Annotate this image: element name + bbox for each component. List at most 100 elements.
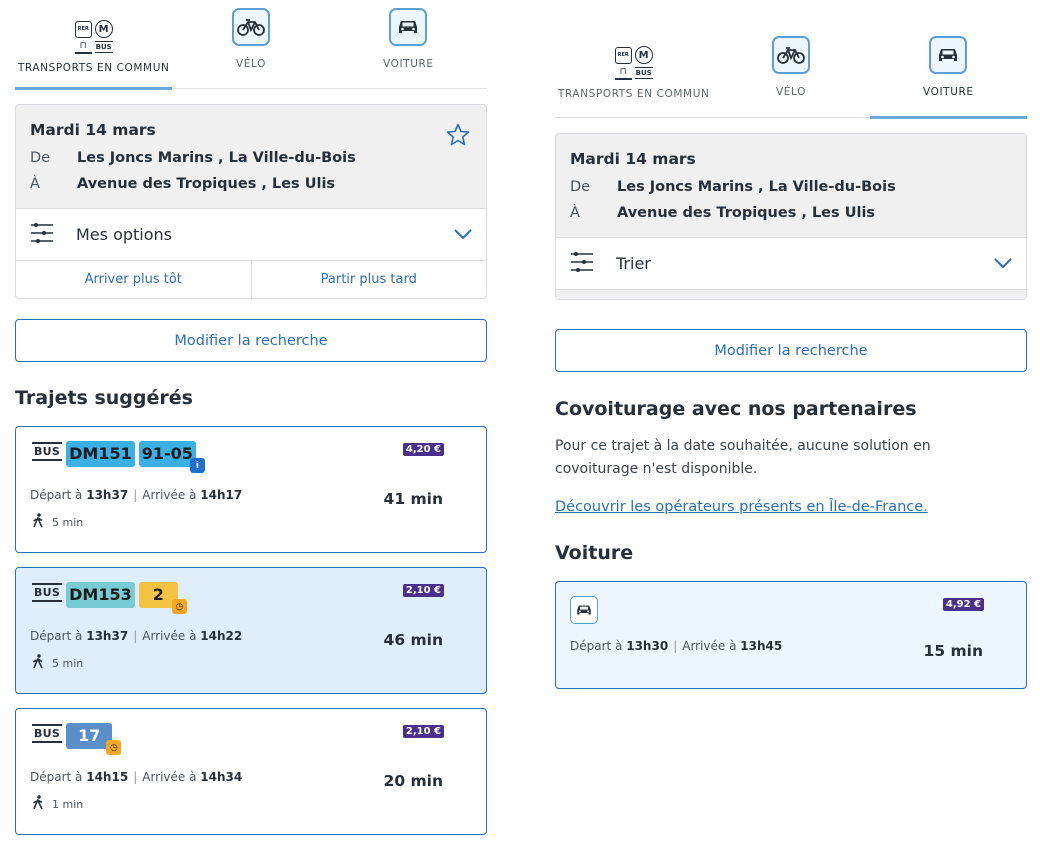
journey-times: Départ à 13h37 | Arrivée à 14h17	[30, 488, 243, 502]
journey-date: Mardi 14 mars	[30, 121, 156, 139]
walk-icon	[32, 795, 44, 813]
line-chip: 91-05 i	[138, 441, 205, 473]
price-badge: 4,92 €	[942, 598, 984, 611]
destination-value: Avenue des Tropiques , Les Ulis	[617, 205, 876, 221]
journey-times: Départ à 13h37 | Arrivée à 14h22	[30, 629, 243, 643]
journey-lines: BUS DM153 2 ◷	[32, 582, 187, 614]
walk-duration: 5 min	[32, 654, 83, 672]
time-shift-buttons: Arriver plus tôt Partir plus tard	[16, 260, 486, 298]
walk-icon	[32, 654, 44, 672]
sort-toggle[interactable]: Trier	[556, 237, 1026, 289]
journey-card[interactable]: BUS 17 ◷ 2,10 € Départ à 14h15 | Arrivée à …	[15, 708, 487, 835]
tab-label: VÉLO	[236, 58, 266, 70]
origin-row: De Les Joncs Marins , La Ville-du-Bois	[570, 179, 1012, 195]
departure-time: 13h30	[626, 639, 669, 653]
price-badge: 2,10 €	[402, 725, 444, 738]
journey-card[interactable]: BUS DM151 91-05 i 4,20 € Départ à 13h37 | A…	[15, 426, 487, 553]
carpool-title: Covoiturage avec nos partenaires	[555, 398, 917, 420]
options-label: Mes options	[76, 225, 172, 244]
summary-footer	[556, 289, 1026, 299]
car-journey-card[interactable]: 4,92 € Départ à 13h30 | Arrivée à 13h45 15…	[555, 581, 1027, 689]
journey-times: Départ à 13h30 | Arrivée à 13h45	[570, 639, 783, 653]
search-summary: Mardi 14 mars De Les Joncs Marins , La V…	[555, 133, 1027, 300]
car-icon	[570, 596, 598, 624]
modify-search-button[interactable]: Modifier la recherche	[555, 329, 1027, 372]
car-icon	[389, 8, 428, 46]
car-icon	[929, 36, 968, 74]
origin-label: De	[30, 150, 51, 166]
tab-label: VOITURE	[383, 58, 434, 70]
bus-icon: BUS	[32, 724, 63, 743]
options-toggle[interactable]: Mes options	[16, 208, 486, 260]
tab-transit[interactable]: RER M ⊓ BUS TRANSPORTS EN COMMUN	[555, 0, 712, 117]
arrive-earlier-button[interactable]: Arriver plus tôt	[16, 261, 251, 298]
origin-value: Les Joncs Marins , La Ville-du-Bois	[77, 150, 356, 166]
departure-time: 13h37	[86, 629, 129, 643]
sliders-icon	[30, 221, 54, 249]
clock-icon: ◷	[171, 599, 187, 614]
journey-card[interactable]: BUS DM153 2 ◷ 2,10 € Départ à 13h37 | Arriv…	[15, 567, 487, 694]
walk-duration: 5 min	[32, 513, 83, 531]
sliders-icon	[570, 250, 594, 278]
leave-later-button[interactable]: Partir plus tard	[250, 261, 487, 298]
tab-car[interactable]: VOITURE	[869, 0, 1028, 119]
arrival-time: 14h22	[200, 629, 243, 643]
car-section-title: Voiture	[555, 542, 634, 564]
journey-lines: BUS 17 ◷	[32, 723, 122, 755]
line-chip: DM151	[66, 441, 135, 467]
tab-label: TRANSPORTS EN COMMUN	[557, 88, 710, 100]
line-chip: 17 ◷	[66, 723, 122, 755]
journey-duration: 46 min	[383, 631, 443, 649]
clock-icon: ◷	[106, 740, 122, 755]
journey-times: Départ à 14h15 | Arrivée à 14h34	[30, 770, 243, 784]
arrival-time: 14h34	[200, 770, 243, 784]
journey-duration: 41 min	[383, 490, 443, 508]
journey-duration: 20 min	[383, 772, 443, 790]
bus-icon: BUS	[32, 583, 63, 602]
tab-bike[interactable]: VÉLO	[172, 0, 329, 88]
chevron-down-icon	[994, 254, 1012, 273]
modify-search-button[interactable]: Modifier la recherche	[15, 319, 487, 362]
star-icon[interactable]	[446, 123, 470, 150]
carpool-message: Pour ce trajet à la date souhaitée, aucu…	[555, 438, 931, 477]
origin-label: De	[570, 179, 591, 195]
bike-icon	[771, 36, 810, 74]
arrival-time: 14h17	[200, 488, 243, 502]
tab-car[interactable]: VOITURE	[330, 0, 487, 88]
mode-tabs: RER M ⊓ BUS TRANSPORTS EN COMMUN VÉLO VOIT…	[15, 0, 487, 90]
transit-icon: RER M ⊓ BUS	[74, 20, 113, 54]
line-chip: 2 ◷	[138, 582, 187, 614]
walk-icon	[32, 513, 44, 531]
suggested-journeys-title: Trajets suggérés	[15, 387, 193, 409]
journey-lines: BUS DM151 91-05 i	[32, 441, 205, 473]
departure-time: 14h15	[86, 770, 129, 784]
transit-icon: RER M ⊓ BUS	[614, 46, 653, 80]
operators-link[interactable]: Découvrir les opérateurs présents en Île…	[555, 499, 1027, 515]
arrival-time: 13h45	[740, 639, 783, 653]
search-summary: Mardi 14 mars De Les Joncs Marins , La V…	[15, 104, 487, 299]
tab-label: VOITURE	[923, 86, 974, 98]
destination-value: Avenue des Tropiques , Les Ulis	[77, 176, 336, 192]
bus-icon: BUS	[32, 442, 63, 461]
chevron-down-icon	[454, 225, 472, 244]
tab-label: TRANSPORTS EN COMMUN	[17, 62, 170, 74]
destination-row: À Avenue des Tropiques , Les Ulis	[30, 176, 472, 192]
destination-label: À	[570, 205, 580, 221]
tab-label: VÉLO	[776, 86, 806, 98]
destination-row: À Avenue des Tropiques , Les Ulis	[570, 205, 1012, 221]
departure-time: 13h37	[86, 488, 129, 502]
price-badge: 4,20 €	[402, 443, 444, 456]
origin-value: Les Joncs Marins , La Ville-du-Bois	[617, 179, 896, 195]
tab-bike[interactable]: VÉLO	[712, 0, 869, 117]
origin-row: De Les Joncs Marins , La Ville-du-Bois	[30, 150, 472, 166]
info-icon: i	[189, 458, 205, 473]
line-chip: DM153	[66, 582, 135, 608]
destination-label: À	[30, 176, 40, 192]
price-badge: 2,10 €	[402, 584, 444, 597]
mode-tabs: RER M ⊓ BUS TRANSPORTS EN COMMUN VÉLO VOIT…	[555, 0, 1028, 119]
sort-label: Trier	[616, 254, 651, 273]
journey-duration: 15 min	[923, 642, 983, 660]
bike-icon	[231, 8, 270, 46]
tab-transit[interactable]: RER M ⊓ BUS TRANSPORTS EN COMMUN	[15, 0, 173, 90]
journey-date: Mardi 14 mars	[570, 150, 696, 168]
